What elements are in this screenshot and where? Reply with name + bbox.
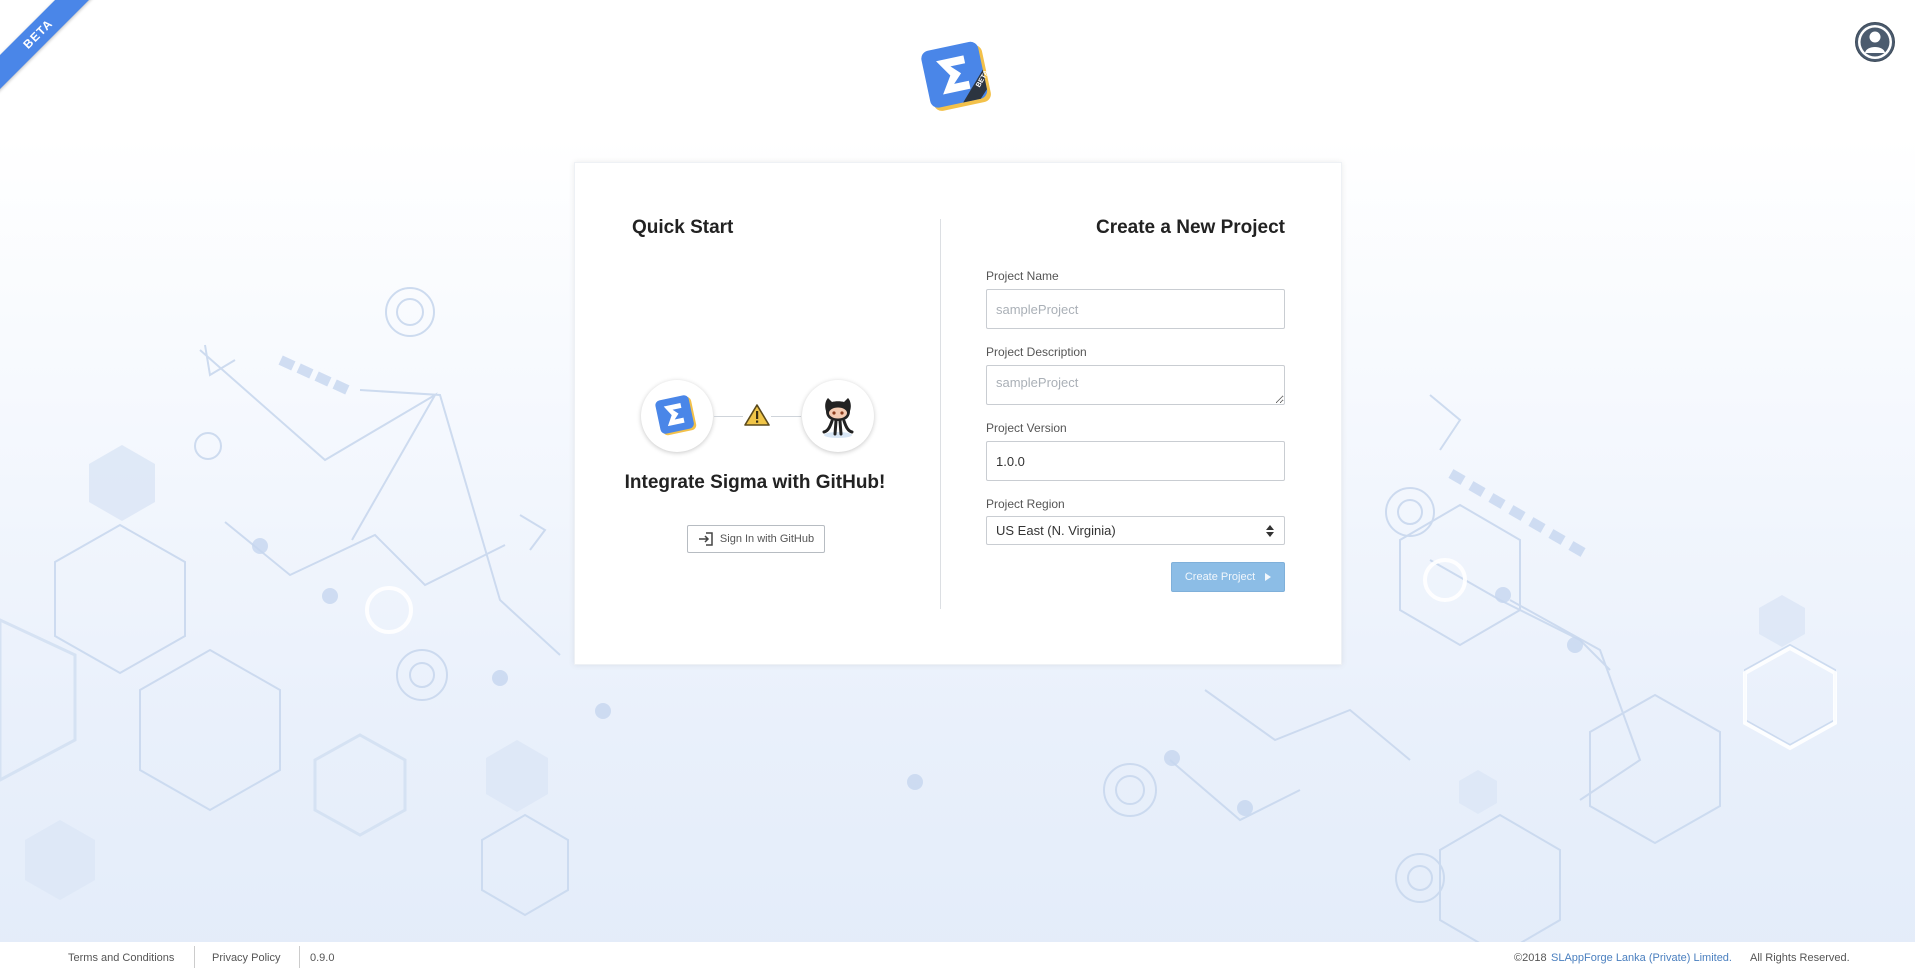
user-avatar-icon[interactable] <box>1855 22 1895 62</box>
connector-line-right <box>771 416 801 417</box>
terms-link[interactable]: Terms and Conditions <box>68 952 174 964</box>
github-octocat-icon <box>822 398 854 438</box>
github-signin-label: Sign In with GitHub <box>719 533 815 545</box>
vertical-divider <box>940 219 941 609</box>
project-region-label: Project Region <box>986 497 1065 511</box>
sigma-small-logo-icon <box>655 395 697 436</box>
beta-ribbon: BETA <box>0 0 110 110</box>
integration-title: Integrate Sigma with GitHub! <box>624 472 886 493</box>
privacy-link[interactable]: Privacy Policy <box>212 952 280 964</box>
github-signin-button[interactable]: Sign In with GitHub <box>687 525 825 553</box>
warning-icon <box>744 404 770 426</box>
connector-line-left <box>714 416 743 417</box>
company-link[interactable]: SLAppForge Lanka (Private) Limited. <box>1551 952 1732 964</box>
integration-graphic <box>641 380 874 460</box>
project-description-input[interactable] <box>986 365 1285 405</box>
project-card: Quick Start Integrate Sigma with GitHub!… <box>574 162 1342 665</box>
quick-start-title: Quick Start <box>632 217 734 238</box>
project-description-label: Project Description <box>986 345 1087 359</box>
sort-arrows-icon <box>1266 524 1274 537</box>
project-region-value: US East (N. Virginia) <box>996 523 1116 538</box>
footer-separator <box>194 946 195 968</box>
app-version: 0.9.0 <box>310 952 335 964</box>
sigma-circle <box>641 380 713 452</box>
footer-separator <box>299 946 300 968</box>
sigma-logo-icon: BETA <box>921 41 991 111</box>
project-version-input[interactable] <box>986 441 1285 481</box>
footer: Terms and Conditions Privacy Policy 0.9.… <box>0 942 1915 972</box>
rights-text: All Rights Reserved. <box>1750 952 1850 964</box>
sign-in-icon <box>698 532 713 546</box>
project-name-label: Project Name <box>986 269 1059 283</box>
project-region-select[interactable]: US East (N. Virginia) <box>986 516 1285 545</box>
create-project-label: Create Project <box>1184 571 1256 583</box>
github-circle <box>802 380 874 452</box>
copyright-year: ©2018 <box>1514 952 1547 964</box>
project-name-input[interactable] <box>986 289 1285 329</box>
user-silhouette-icon <box>1858 25 1892 59</box>
create-project-button[interactable]: Create Project <box>1171 562 1285 592</box>
create-project-title: Create a New Project <box>1095 217 1285 238</box>
caret-right-icon <box>1265 573 1272 581</box>
project-version-label: Project Version <box>986 421 1067 435</box>
beta-ribbon-label: BETA <box>0 0 104 100</box>
